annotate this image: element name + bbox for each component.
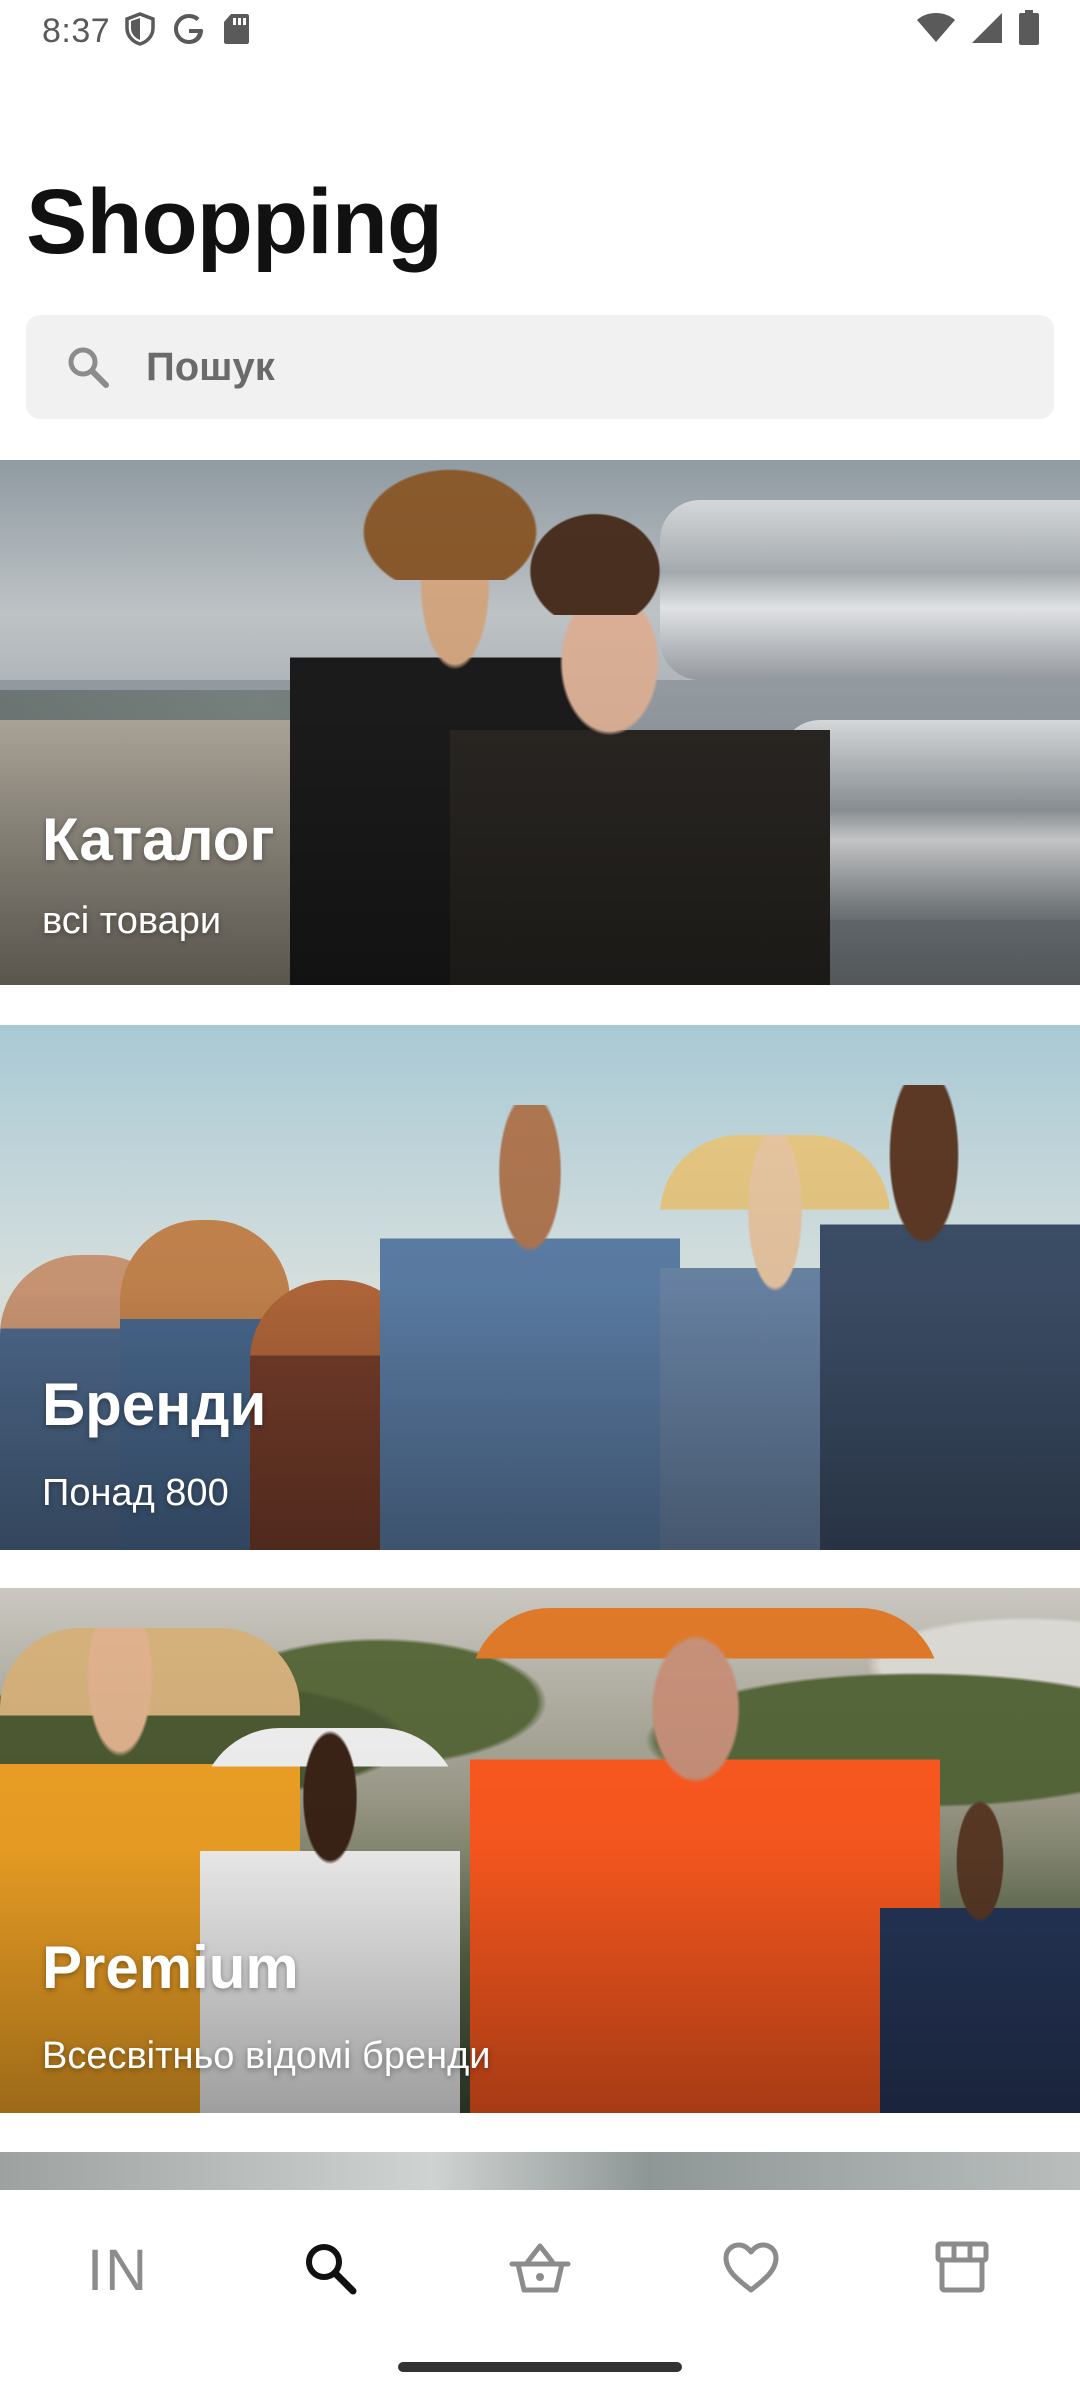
battery-icon (1018, 10, 1040, 46)
card-partial[interactable] (0, 2152, 1080, 2190)
card-image (0, 2152, 1080, 2190)
nav-search[interactable] (290, 2230, 370, 2310)
card-brands[interactable]: Бренди Понад 800 (0, 1025, 1080, 1550)
heart-icon (721, 2240, 781, 2300)
status-icons-right (916, 10, 1040, 46)
wifi-icon (916, 12, 956, 44)
basket-icon (508, 2240, 572, 2300)
google-icon (172, 12, 206, 46)
page-title: Shopping (26, 171, 443, 273)
in-logo: IN (87, 2237, 149, 2303)
card-catalog[interactable]: Каталог всі товари (0, 460, 1080, 985)
status-bar: 8:37 (0, 0, 1080, 70)
nav-wishlist[interactable] (711, 2230, 791, 2310)
status-time: 8:37 (42, 12, 111, 50)
search-bar[interactable] (26, 315, 1054, 419)
card-title: Бренди (42, 1371, 267, 1438)
status-icons-left (124, 12, 250, 46)
search-icon (302, 2240, 358, 2300)
home-indicator[interactable] (398, 2362, 682, 2372)
card-premium[interactable]: Premium Всесвітньо відомі бренди (0, 1588, 1080, 2113)
card-subtitle: Понад 800 (42, 1472, 229, 1514)
nav-home[interactable]: IN (78, 2230, 158, 2310)
search-icon (66, 345, 110, 389)
card-title: Каталог (42, 806, 275, 873)
sd-card-icon (222, 12, 250, 46)
card-title: Premium (42, 1934, 299, 2001)
card-subtitle: Всесвітньо відомі бренди (42, 2035, 491, 2077)
nav-basket[interactable] (500, 2230, 580, 2310)
search-input[interactable] (144, 343, 948, 391)
store-icon (932, 2240, 992, 2300)
signal-icon (970, 11, 1004, 45)
card-subtitle: всі товари (42, 900, 222, 942)
nav-stores[interactable] (922, 2230, 1002, 2310)
shield-icon (124, 12, 156, 46)
